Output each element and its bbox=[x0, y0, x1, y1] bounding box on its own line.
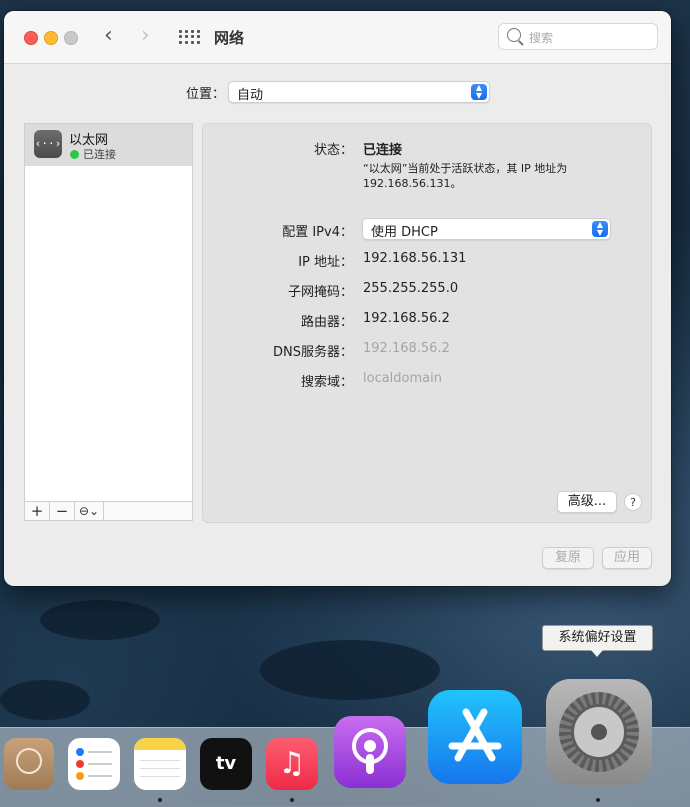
search-domain-value: localdomain bbox=[363, 371, 442, 386]
status-description-line: 192.168.56.131。 bbox=[363, 177, 462, 190]
popup-stepper-icon: ▲ ▼ bbox=[471, 84, 487, 100]
reminder-dot bbox=[76, 760, 84, 768]
reminders-icon[interactable] bbox=[68, 738, 120, 790]
service-list: ‹··› 以太网 已连接 bbox=[24, 123, 193, 521]
reminder-dot bbox=[76, 748, 84, 756]
location-value: 自动 bbox=[237, 88, 264, 103]
ipv4-config-value: 使用 DHCP bbox=[371, 225, 438, 240]
podcasts-icon[interactable] bbox=[334, 716, 406, 788]
notes-header bbox=[134, 738, 186, 750]
search-placeholder: 搜索 bbox=[529, 31, 554, 45]
app-store-glyph bbox=[448, 708, 502, 762]
revert-button[interactable]: 复原 bbox=[542, 547, 594, 569]
ip-address-value: 192.168.56.131 bbox=[363, 251, 467, 266]
notes-line bbox=[140, 768, 180, 769]
status-description: “以太网”当前处于活跃状态，其 IP 地址为 192.168.56.131。 bbox=[363, 161, 623, 191]
desktop-rock bbox=[0, 680, 90, 720]
network-preferences-window: ‹ › 网络 搜索 位置： 自动 ▲ ▼ ‹··› 以太网 已连接 + − ⊖⌄ … bbox=[4, 11, 671, 586]
contacts-face-icon bbox=[16, 748, 42, 774]
reminder-line bbox=[88, 775, 112, 777]
add-service-button[interactable]: + bbox=[25, 502, 50, 520]
status-value: 已连接 bbox=[363, 143, 403, 158]
reminder-line bbox=[88, 763, 112, 765]
back-icon[interactable]: ‹ bbox=[104, 25, 113, 47]
contacts-icon[interactable] bbox=[4, 738, 54, 790]
status-label: 状态： bbox=[313, 143, 353, 158]
reminder-dot bbox=[76, 772, 84, 780]
router-value: 192.168.56.2 bbox=[363, 311, 450, 326]
help-button[interactable]: ? bbox=[624, 493, 642, 511]
close-button[interactable] bbox=[24, 31, 38, 45]
router-label: 路由器： bbox=[300, 315, 353, 330]
desktop-rock bbox=[40, 600, 160, 640]
status-dot-icon bbox=[70, 150, 79, 159]
search-domain-label: 搜索域： bbox=[300, 375, 353, 390]
zoom-button[interactable] bbox=[64, 31, 78, 45]
service-status: 已连接 bbox=[83, 148, 116, 161]
podcasts-core bbox=[364, 740, 376, 752]
status-description-line: “以太网”当前处于活跃状态，其 IP 地址为 bbox=[363, 162, 568, 175]
show-all-grid-icon[interactable] bbox=[179, 30, 200, 44]
location-label: 位置： bbox=[186, 87, 226, 102]
dns-server-label: DNS服务器： bbox=[273, 345, 353, 360]
running-indicator bbox=[290, 798, 294, 802]
notes-line bbox=[140, 760, 180, 761]
forward-icon[interactable]: › bbox=[141, 25, 150, 47]
reminder-line bbox=[88, 751, 112, 753]
ipv4-config-label: 配置 IPv4： bbox=[282, 225, 353, 240]
service-toolbar: + − ⊖⌄ bbox=[24, 501, 193, 521]
dock-tooltip: 系统偏好设置 bbox=[542, 625, 653, 657]
subnet-mask-label: 子网掩码： bbox=[287, 285, 353, 300]
apply-button[interactable]: 应用 bbox=[602, 547, 652, 569]
titlebar: ‹ › 网络 搜索 bbox=[4, 11, 671, 64]
ipv4-config-popup[interactable]: 使用 DHCP ▲ ▼ bbox=[362, 218, 611, 240]
window-title: 网络 bbox=[214, 29, 245, 47]
music-icon[interactable]: ♫ bbox=[266, 738, 318, 790]
dns-server-value: 192.168.56.2 bbox=[363, 341, 450, 356]
tv-icon[interactable]: tv bbox=[200, 738, 252, 790]
location-popup[interactable]: 自动 ▲ ▼ bbox=[228, 81, 490, 103]
app-store-icon[interactable] bbox=[428, 690, 522, 784]
notes-line bbox=[140, 776, 180, 777]
desktop-rock bbox=[260, 640, 440, 700]
subnet-mask-value: 255.255.255.0 bbox=[363, 281, 459, 296]
podcasts-stem bbox=[366, 754, 374, 774]
running-indicator bbox=[158, 798, 162, 802]
action-menu-button[interactable]: ⊖⌄ bbox=[75, 502, 104, 520]
tv-label: tv bbox=[215, 753, 237, 774]
remove-service-button[interactable]: − bbox=[50, 502, 75, 520]
system-preferences-icon[interactable] bbox=[546, 679, 652, 785]
ip-address-label: IP 地址： bbox=[298, 255, 353, 270]
popup-stepper-icon: ▲ ▼ bbox=[592, 221, 608, 237]
advanced-button[interactable]: 高级... bbox=[557, 491, 617, 513]
search-icon bbox=[507, 28, 521, 42]
running-indicator bbox=[596, 798, 600, 802]
search-field[interactable]: 搜索 bbox=[498, 23, 658, 50]
gear-hub bbox=[591, 724, 607, 740]
notes-icon[interactable] bbox=[134, 738, 186, 790]
service-item-ethernet[interactable]: ‹··› 以太网 已连接 bbox=[25, 124, 192, 166]
ethernet-icon: ‹··› bbox=[34, 130, 62, 158]
minimize-button[interactable] bbox=[44, 31, 58, 45]
